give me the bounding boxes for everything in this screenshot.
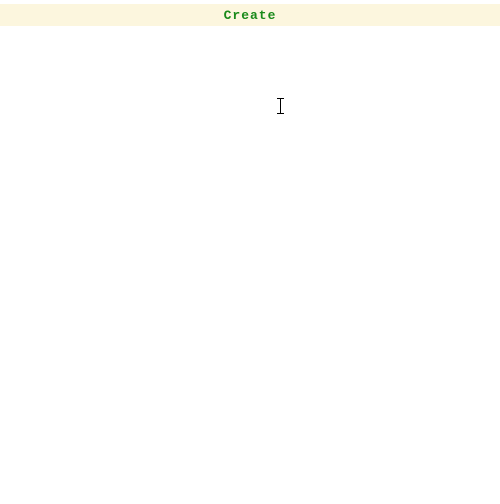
content-area[interactable] bbox=[0, 26, 500, 500]
header-bar: Create bbox=[0, 4, 500, 26]
text-cursor-icon bbox=[280, 98, 281, 114]
header-title: Create bbox=[224, 8, 277, 23]
